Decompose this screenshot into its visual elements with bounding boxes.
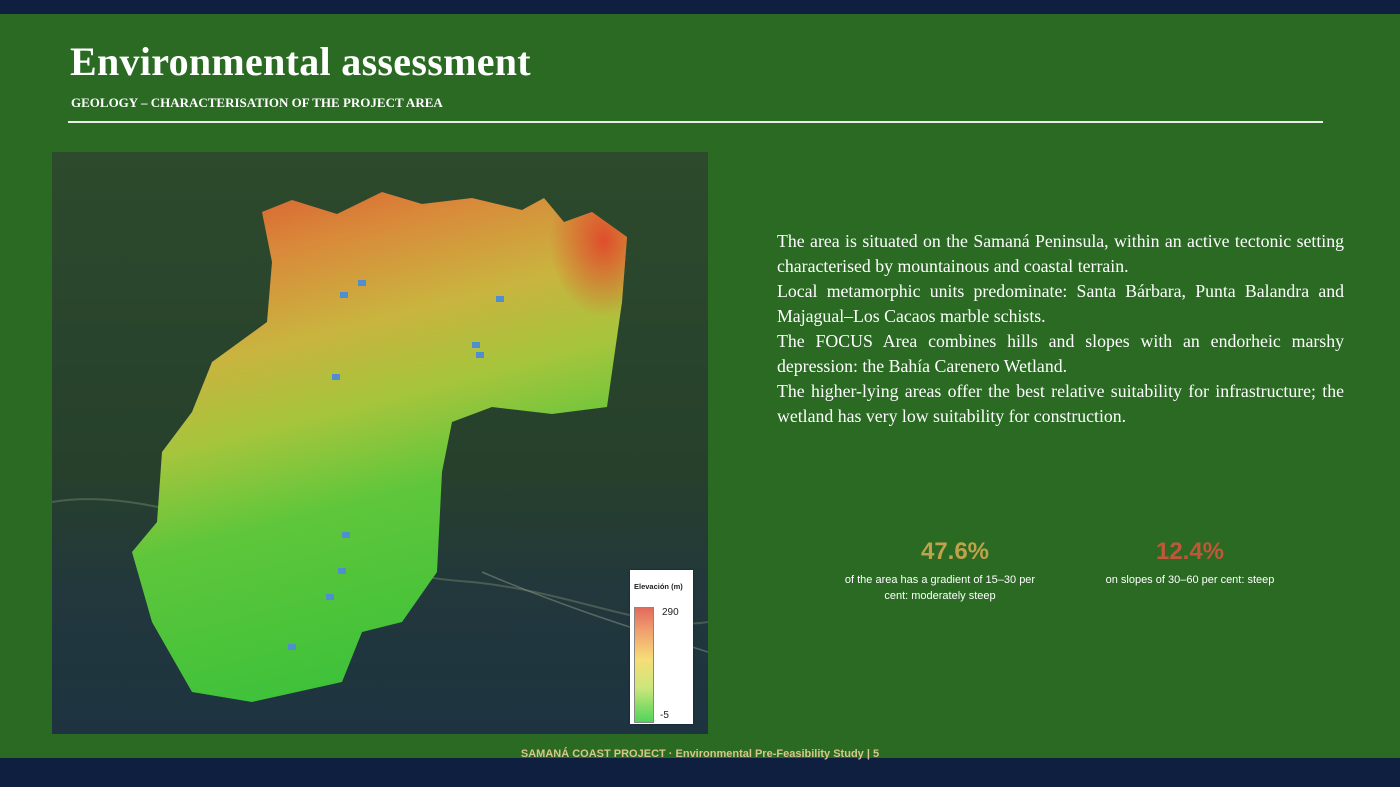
stat-steep: 12.4% on slopes of 30–60 per cent: steep <box>1080 538 1300 588</box>
elevation-map-image: Elevación (m) 290 -5 <box>52 152 708 734</box>
slide-subtitle: GEOLOGY – CHARACTERISATION OF THE PROJEC… <box>71 95 443 110</box>
elevation-legend: Elevación (m) 290 -5 <box>630 570 693 724</box>
slide-title: Environmental assessment <box>70 39 531 84</box>
description-text: The area is situated on the Samaná Penin… <box>777 229 1344 429</box>
paragraph-3: The FOCUS Area combines hills and slopes… <box>777 331 1344 376</box>
legend-color-ramp <box>634 607 654 723</box>
legend-min-value: -5 <box>660 710 669 721</box>
stat-moderately-steep: 47.6% of the area has a gradient of 15–3… <box>840 538 1070 604</box>
slide: Environmental assessment GEOLOGY – CHARA… <box>0 0 1400 787</box>
stat-value: 12.4% <box>1155 538 1225 565</box>
paragraph-4: The higher-lying areas offer the best re… <box>777 381 1344 426</box>
satellite-elevation-figure <box>52 152 708 734</box>
legend-max-value: 290 <box>662 607 679 618</box>
paragraph-1: The area is situated on the Samaná Penin… <box>777 231 1344 276</box>
stat-value: 47.6% <box>920 538 990 565</box>
stat-description: of the area has a gradient of 15–30 per … <box>844 574 1036 602</box>
stat-description: on slopes of 30–60 per cent: steep <box>1105 574 1275 586</box>
top-band <box>0 0 1400 14</box>
paragraph-2: Local metamorphic units predominate: San… <box>777 281 1344 326</box>
slide-footer: SAMANÁ COAST PROJECT · Environmental Pre… <box>520 748 880 760</box>
bottom-band <box>0 758 1400 787</box>
title-divider <box>68 121 1323 123</box>
legend-title: Elevación (m) <box>634 582 683 591</box>
